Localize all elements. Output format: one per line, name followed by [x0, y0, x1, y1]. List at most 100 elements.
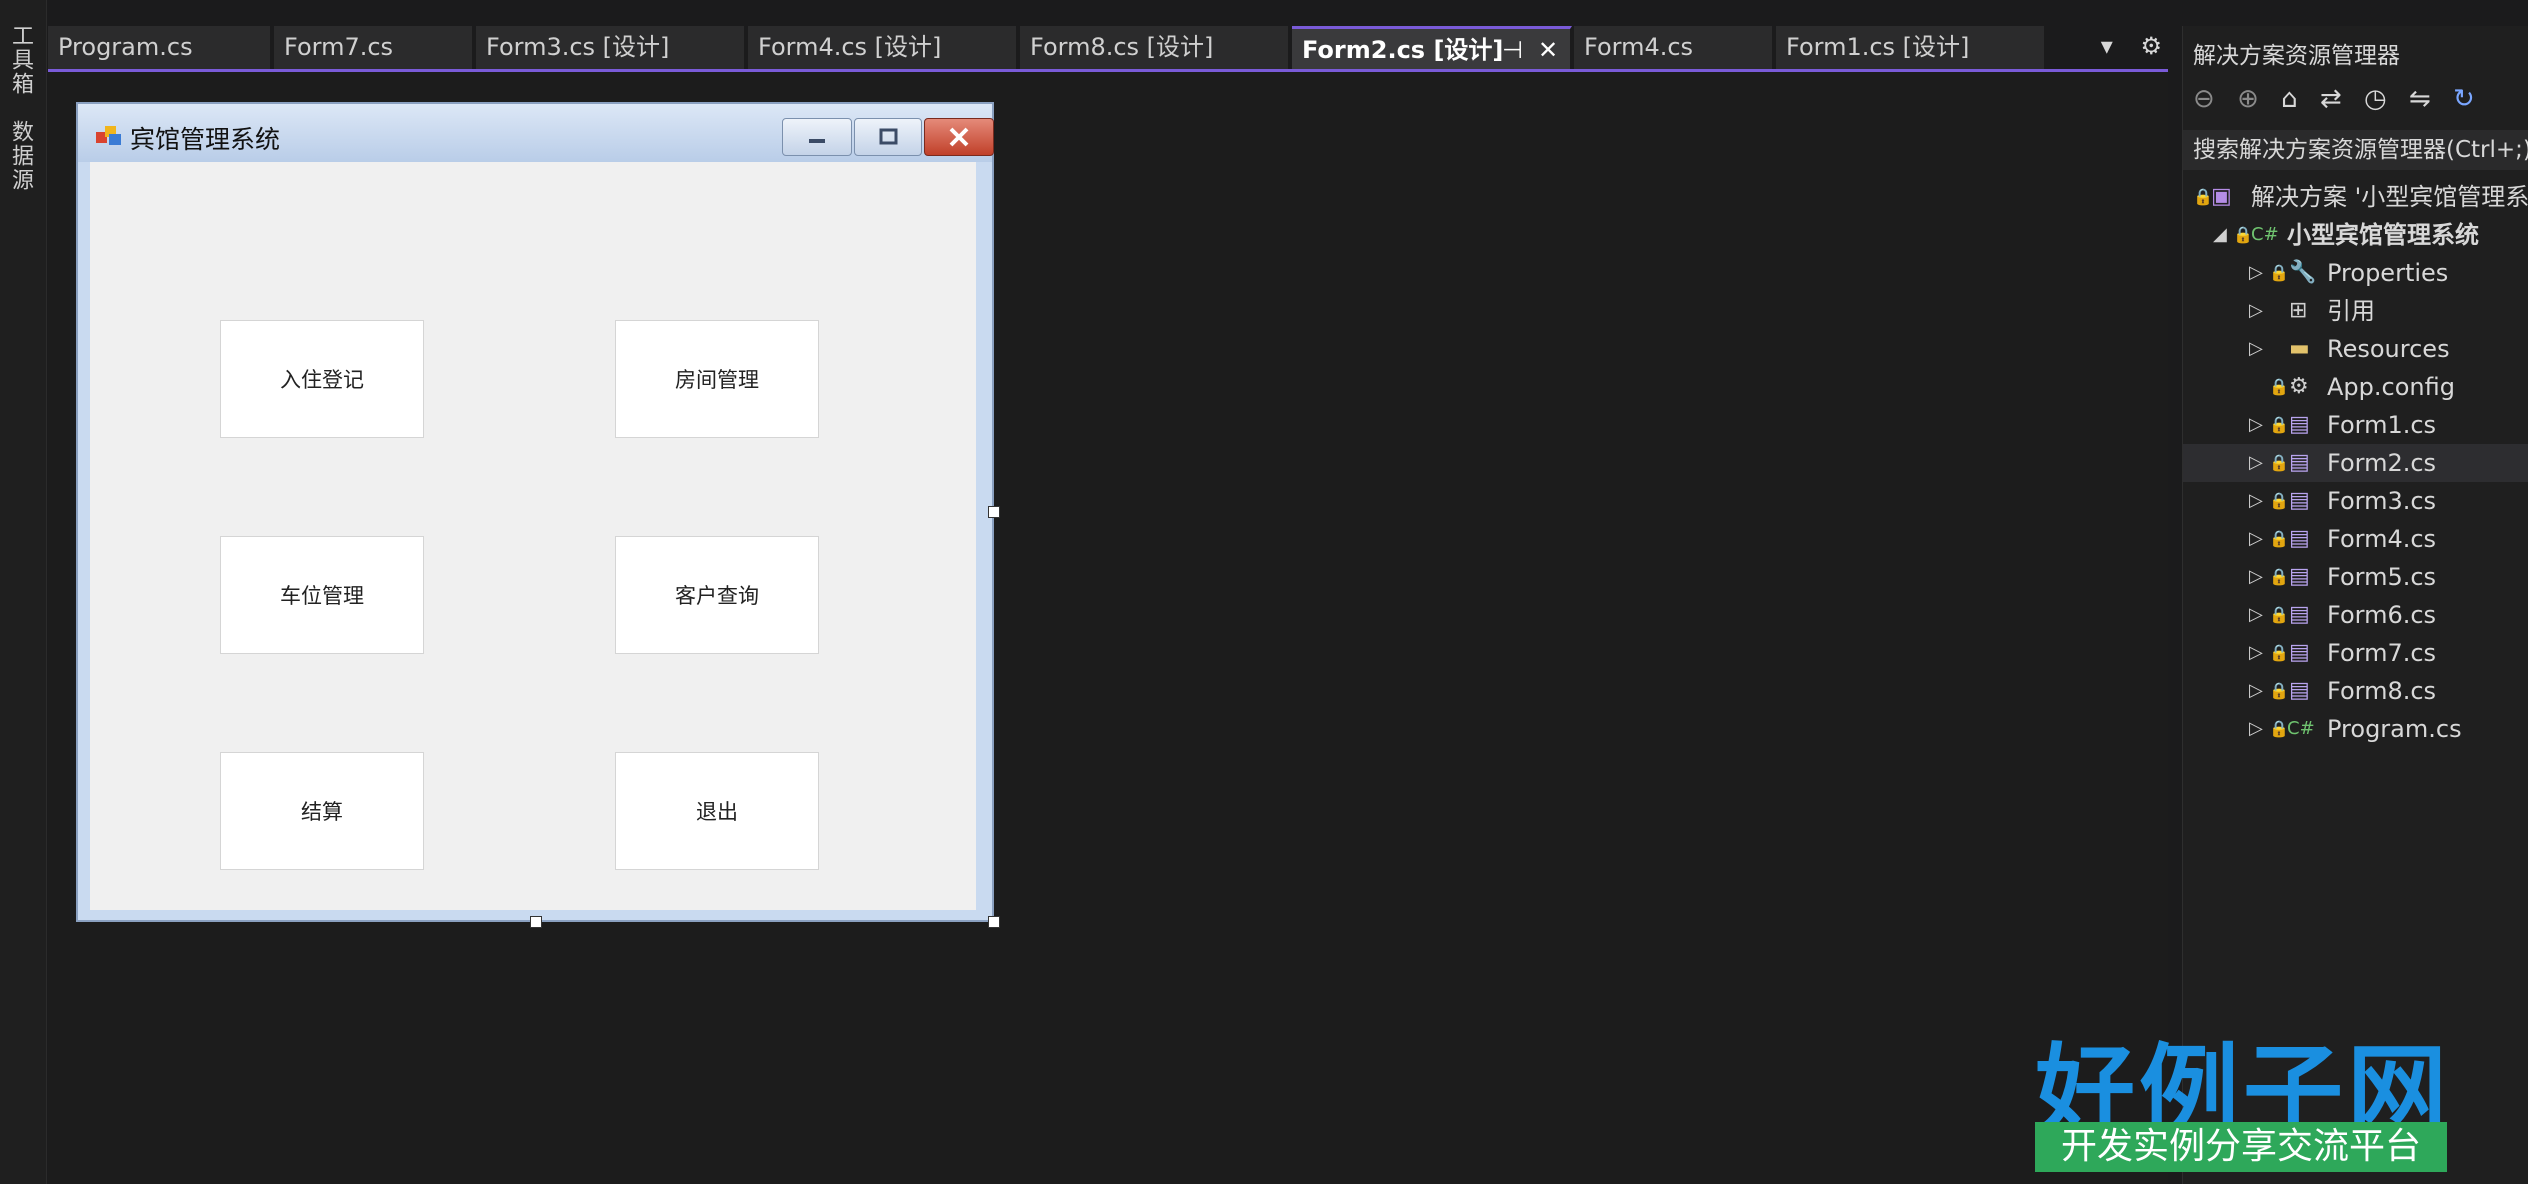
tabbar-tools: ▾ ⚙ — [2081, 32, 2162, 60]
collapsed-arrow-icon[interactable]: ▷ — [2249, 292, 2263, 330]
tree-item-properties[interactable]: ▷ 🔒 🔧 Properties — [2183, 254, 2528, 292]
toolbox-tab[interactable]: 工具箱 — [4, 24, 36, 96]
collapsed-arrow-icon[interactable]: ▷ — [2249, 406, 2263, 444]
form-close-button[interactable] — [924, 118, 994, 156]
collapsed-arrow-icon[interactable]: ▷ — [2249, 254, 2263, 292]
solution-label: 解决方案 '小型宾馆管理系统' — [2251, 183, 2528, 211]
tab-program-cs[interactable]: Program.cs — [48, 26, 272, 69]
solution-explorer-toolbar: ⊖ ⊕ ⌂ ⇄ ◷ ⇋ ↻ — [2193, 84, 2489, 114]
project-label: 小型宾馆管理系统 — [2287, 221, 2479, 249]
tree-item-form3[interactable]: ▷ 🔒 ▤ Form3.cs — [2183, 482, 2528, 520]
forward-icon[interactable]: ⊕ — [2237, 84, 2259, 114]
tab-form3-design[interactable]: Form3.cs [设计] — [476, 26, 746, 69]
tree-item-label: Form8.cs — [2327, 677, 2437, 705]
collapsed-arrow-icon[interactable]: ▷ — [2249, 710, 2263, 748]
expanded-arrow-icon[interactable]: ◢ — [2213, 216, 2227, 254]
tree-item-references[interactable]: ▷ ⊞ 引用 — [2183, 292, 2528, 330]
resize-handle-bottom[interactable] — [530, 916, 542, 928]
home-icon[interactable]: ⌂ — [2281, 84, 2298, 114]
tree-item-form1[interactable]: ▷ 🔒 ▤ Form1.cs — [2183, 406, 2528, 444]
form-icon: ▤ — [2289, 412, 2310, 437]
pin-icon[interactable]: ⊣ — [1502, 29, 1523, 72]
collapsed-arrow-icon[interactable]: ▷ — [2249, 672, 2263, 710]
lock-icon: 🔒 — [2269, 681, 2289, 700]
form-window[interactable]: 宾馆管理系统 入住登记 房间管理 车位管理 客户查询 结算 退出 — [76, 102, 994, 922]
close-icon[interactable]: ✕ — [1538, 29, 1558, 72]
tab-form2-design[interactable]: Form2.cs [设计] ⊣ ✕ — [1292, 26, 1572, 69]
tab-form4-cs[interactable]: Form4.cs — [1574, 26, 1774, 69]
exit-button[interactable]: 退出 — [615, 752, 819, 870]
tree-item-resources[interactable]: ▷ ▬ Resources — [2183, 330, 2528, 368]
checkin-button[interactable]: 入住登记 — [220, 320, 424, 438]
parking-management-button[interactable]: 车位管理 — [220, 536, 424, 654]
tree-item-form8[interactable]: ▷ 🔒 ▤ Form8.cs — [2183, 672, 2528, 710]
brand-slogan: 开发实例分享交流平台 — [2035, 1122, 2447, 1172]
lock-icon: 🔒 — [2269, 453, 2289, 472]
collapsed-arrow-icon[interactable]: ▷ — [2249, 444, 2263, 482]
form-title-bar: 宾馆管理系统 — [78, 104, 994, 162]
maximize-button[interactable] — [854, 118, 922, 156]
lock-icon: 🔒 — [2193, 187, 2213, 206]
form-icon: ▤ — [2289, 640, 2310, 665]
tree-item-label: Form4.cs — [2327, 525, 2437, 553]
close-x-icon — [949, 127, 969, 147]
lock-icon: 🔒 — [2269, 719, 2289, 738]
tab-form7-cs[interactable]: Form7.cs — [274, 26, 474, 69]
tree-item-form7[interactable]: ▷ 🔒 ▤ Form7.cs — [2183, 634, 2528, 672]
datasource-tab[interactable]: 数据源 — [4, 120, 36, 192]
dropdown-icon[interactable]: ▾ — [2101, 32, 2113, 60]
tree-item-app-config[interactable]: 🔒 ⚙ App.config — [2183, 368, 2528, 406]
collapsed-arrow-icon[interactable]: ▷ — [2249, 482, 2263, 520]
form-client-area: 入住登记 房间管理 车位管理 客户查询 结算 退出 — [90, 162, 976, 910]
lock-icon: 🔒 — [2269, 491, 2289, 510]
tab-form1-design[interactable]: Form1.cs [设计] — [1776, 26, 2046, 69]
form-title: 宾馆管理系统 — [130, 125, 281, 154]
tree-item-label: Form3.cs — [2327, 487, 2437, 515]
solution-node[interactable]: 🔒 ▣ 解决方案 '小型宾馆管理系统' — [2183, 178, 2528, 216]
history-icon[interactable]: ◷ — [2364, 84, 2387, 114]
tree-item-form2[interactable]: ▷ 🔒 ▤ Form2.cs — [2183, 444, 2528, 482]
collapsed-arrow-icon[interactable]: ▷ — [2249, 330, 2263, 368]
project-node[interactable]: ◢ 🔒 C# 小型宾馆管理系统 — [2183, 216, 2528, 254]
refresh-icon[interactable]: ↻ — [2453, 84, 2475, 114]
tree-item-label: Resources — [2327, 335, 2450, 363]
lock-icon: 🔒 — [2269, 605, 2289, 624]
tab-form4-design[interactable]: Form4.cs [设计] — [748, 26, 1018, 69]
tab-form8-design[interactable]: Form8.cs [设计] — [1020, 26, 1290, 69]
solution-tree: 🔒 ▣ 解决方案 '小型宾馆管理系统' ◢ 🔒 C# 小型宾馆管理系统 ▷ 🔒 … — [2183, 178, 2528, 748]
collapsed-arrow-icon[interactable]: ▷ — [2249, 520, 2263, 558]
collapsed-arrow-icon[interactable]: ▷ — [2249, 634, 2263, 672]
lock-icon: 🔒 — [2269, 529, 2289, 548]
form-icon: ▤ — [2289, 678, 2310, 703]
tree-item-program[interactable]: ▷ 🔒 C# Program.cs — [2183, 710, 2528, 748]
tree-item-label: 引用 — [2327, 297, 2375, 325]
resize-handle-corner[interactable] — [988, 916, 1000, 928]
switch-view-icon[interactable]: ⇄ — [2320, 84, 2342, 114]
folder-icon: ▬ — [2289, 336, 2310, 361]
checkout-button[interactable]: 结算 — [220, 752, 424, 870]
tree-item-label: Form5.cs — [2327, 563, 2437, 591]
form-icon: ▤ — [2289, 602, 2310, 627]
tree-item-label: App.config — [2327, 373, 2455, 401]
maximize-icon — [879, 128, 898, 145]
gear-icon[interactable]: ⚙ — [2140, 32, 2162, 60]
tree-item-form4[interactable]: ▷ 🔒 ▤ Form4.cs — [2183, 520, 2528, 558]
room-management-button[interactable]: 房间管理 — [615, 320, 819, 438]
lock-icon: 🔒 — [2269, 643, 2289, 662]
back-icon[interactable]: ⊖ — [2193, 84, 2215, 114]
solution-explorer-title: 解决方案资源管理器 — [2193, 43, 2400, 69]
minimize-button[interactable] — [782, 118, 852, 156]
customer-query-button[interactable]: 客户查询 — [615, 536, 819, 654]
document-tab-bar: Program.cs Form7.cs Form3.cs [设计] Form4.… — [48, 26, 2168, 73]
tree-item-label: Program.cs — [2327, 715, 2462, 743]
tree-item-label: Form7.cs — [2327, 639, 2437, 667]
sync-icon[interactable]: ⇋ — [2409, 84, 2431, 114]
tree-item-form6[interactable]: ▷ 🔒 ▤ Form6.cs — [2183, 596, 2528, 634]
collapsed-arrow-icon[interactable]: ▷ — [2249, 558, 2263, 596]
lock-icon: 🔒 — [2269, 377, 2289, 396]
resize-handle-right[interactable] — [988, 506, 1000, 518]
tree-item-form5[interactable]: ▷ 🔒 ▤ Form5.cs — [2183, 558, 2528, 596]
collapsed-arrow-icon[interactable]: ▷ — [2249, 596, 2263, 634]
tree-item-label: Properties — [2327, 259, 2449, 287]
solution-search-input[interactable]: 搜索解决方案资源管理器(Ctrl+;) — [2183, 130, 2528, 170]
